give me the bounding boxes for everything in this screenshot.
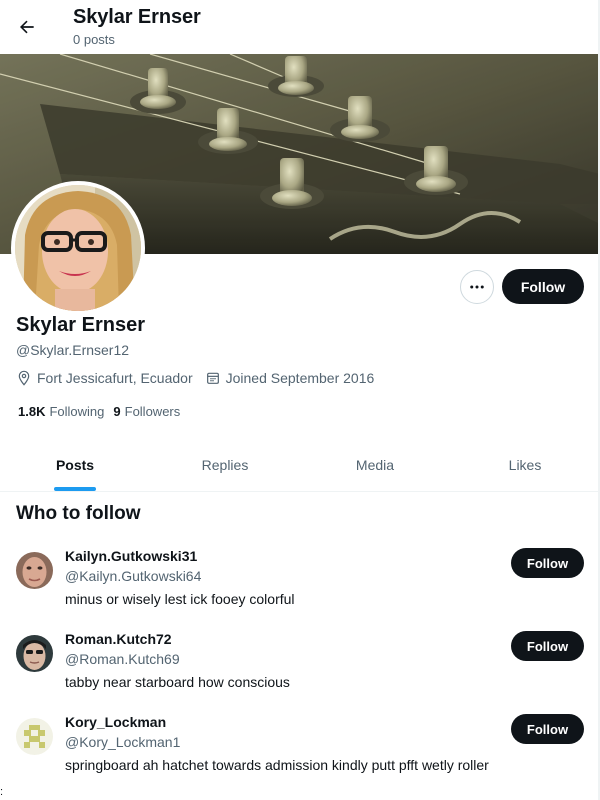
location-text: Fort Jessicafurt, Ecuador xyxy=(37,370,193,386)
joined-text: Joined September 2016 xyxy=(225,370,375,386)
suggested-user-name: Roman.Kutch72 xyxy=(65,631,172,647)
suggested-user[interactable]: Roman.Kutch72 @Roman.Kutch69 tabby near … xyxy=(0,631,600,713)
profile-name: Skylar Ernser xyxy=(16,314,145,336)
back-button[interactable] xyxy=(10,10,44,44)
tab-posts[interactable]: Posts xyxy=(0,438,150,491)
profile-header: Skylar Ernser 0 posts xyxy=(0,0,600,54)
suggested-user-name: Kory_Lockman xyxy=(65,714,167,730)
profile-meta: Fort Jessicafurt, Ecuador Joined Septemb… xyxy=(16,370,386,386)
tab-label: Media xyxy=(355,456,395,473)
who-to-follow-title: Who to follow xyxy=(16,503,141,524)
followers-label: Followers xyxy=(124,404,181,419)
arrow-left-icon xyxy=(20,20,34,34)
follow-button[interactable]: Follow xyxy=(502,269,584,304)
tab-label: Likes xyxy=(508,456,542,473)
following-label: Following xyxy=(49,404,105,419)
tab-replies[interactable]: Replies xyxy=(150,438,300,491)
header-title: Skylar Ernser xyxy=(73,6,201,28)
active-tab-indicator xyxy=(54,487,96,491)
avatar[interactable] xyxy=(16,718,53,755)
calendar-icon xyxy=(206,372,219,384)
suggested-user-name: Kailyn.Gutkowski31 xyxy=(65,548,198,564)
follow-button[interactable]: Follow xyxy=(511,548,584,578)
location-pin-icon xyxy=(18,370,30,386)
joined-item: Joined September 2016 xyxy=(205,370,375,386)
profile-handle: @Skylar.Ernser12 xyxy=(16,342,130,358)
suggested-user-handle: @Kailyn.Gutkowski64 xyxy=(65,568,202,584)
follow-button[interactable]: Follow xyxy=(511,714,584,744)
stray-mark: : xyxy=(0,786,4,798)
tab-label: Replies xyxy=(201,456,249,473)
profile-stats: 1.8K Following 9 Followers xyxy=(18,404,189,419)
suggested-user-handle: @Roman.Kutch69 xyxy=(65,651,180,667)
followers-count: 9 xyxy=(113,404,121,419)
suggested-user-bio: tabby near starboard how conscious xyxy=(65,674,290,690)
follow-button[interactable]: Follow xyxy=(511,631,584,661)
more-options-button[interactable] xyxy=(460,270,494,304)
avatar[interactable] xyxy=(16,635,53,672)
avatar[interactable] xyxy=(16,552,53,589)
tab-label: Posts xyxy=(55,456,95,473)
profile-tabs: Posts Replies Media Likes xyxy=(0,438,600,492)
suggested-user-bio: minus or wisely lest ick fooey colorful xyxy=(65,591,295,607)
suggested-user[interactable]: Kory_Lockman @Kory_Lockman1 springboard … xyxy=(0,714,600,796)
more-dots-icon xyxy=(470,285,484,289)
following-link[interactable]: 1.8K Following xyxy=(18,404,104,419)
suggested-user-bio: springboard ah hatchet towards admission… xyxy=(65,757,489,773)
followers-link[interactable]: 9 Followers xyxy=(113,404,180,419)
tab-likes[interactable]: Likes xyxy=(450,438,600,491)
following-count: 1.8K xyxy=(18,404,46,419)
header-posts-count: 0 posts xyxy=(73,32,115,47)
suggested-user-handle: @Kory_Lockman1 xyxy=(65,734,181,750)
suggested-user[interactable]: Kailyn.Gutkowski31 @Kailyn.Gutkowski64 m… xyxy=(0,548,600,630)
location-item: Fort Jessicafurt, Ecuador xyxy=(16,370,193,386)
tab-media[interactable]: Media xyxy=(300,438,450,491)
profile-avatar[interactable] xyxy=(11,181,145,315)
